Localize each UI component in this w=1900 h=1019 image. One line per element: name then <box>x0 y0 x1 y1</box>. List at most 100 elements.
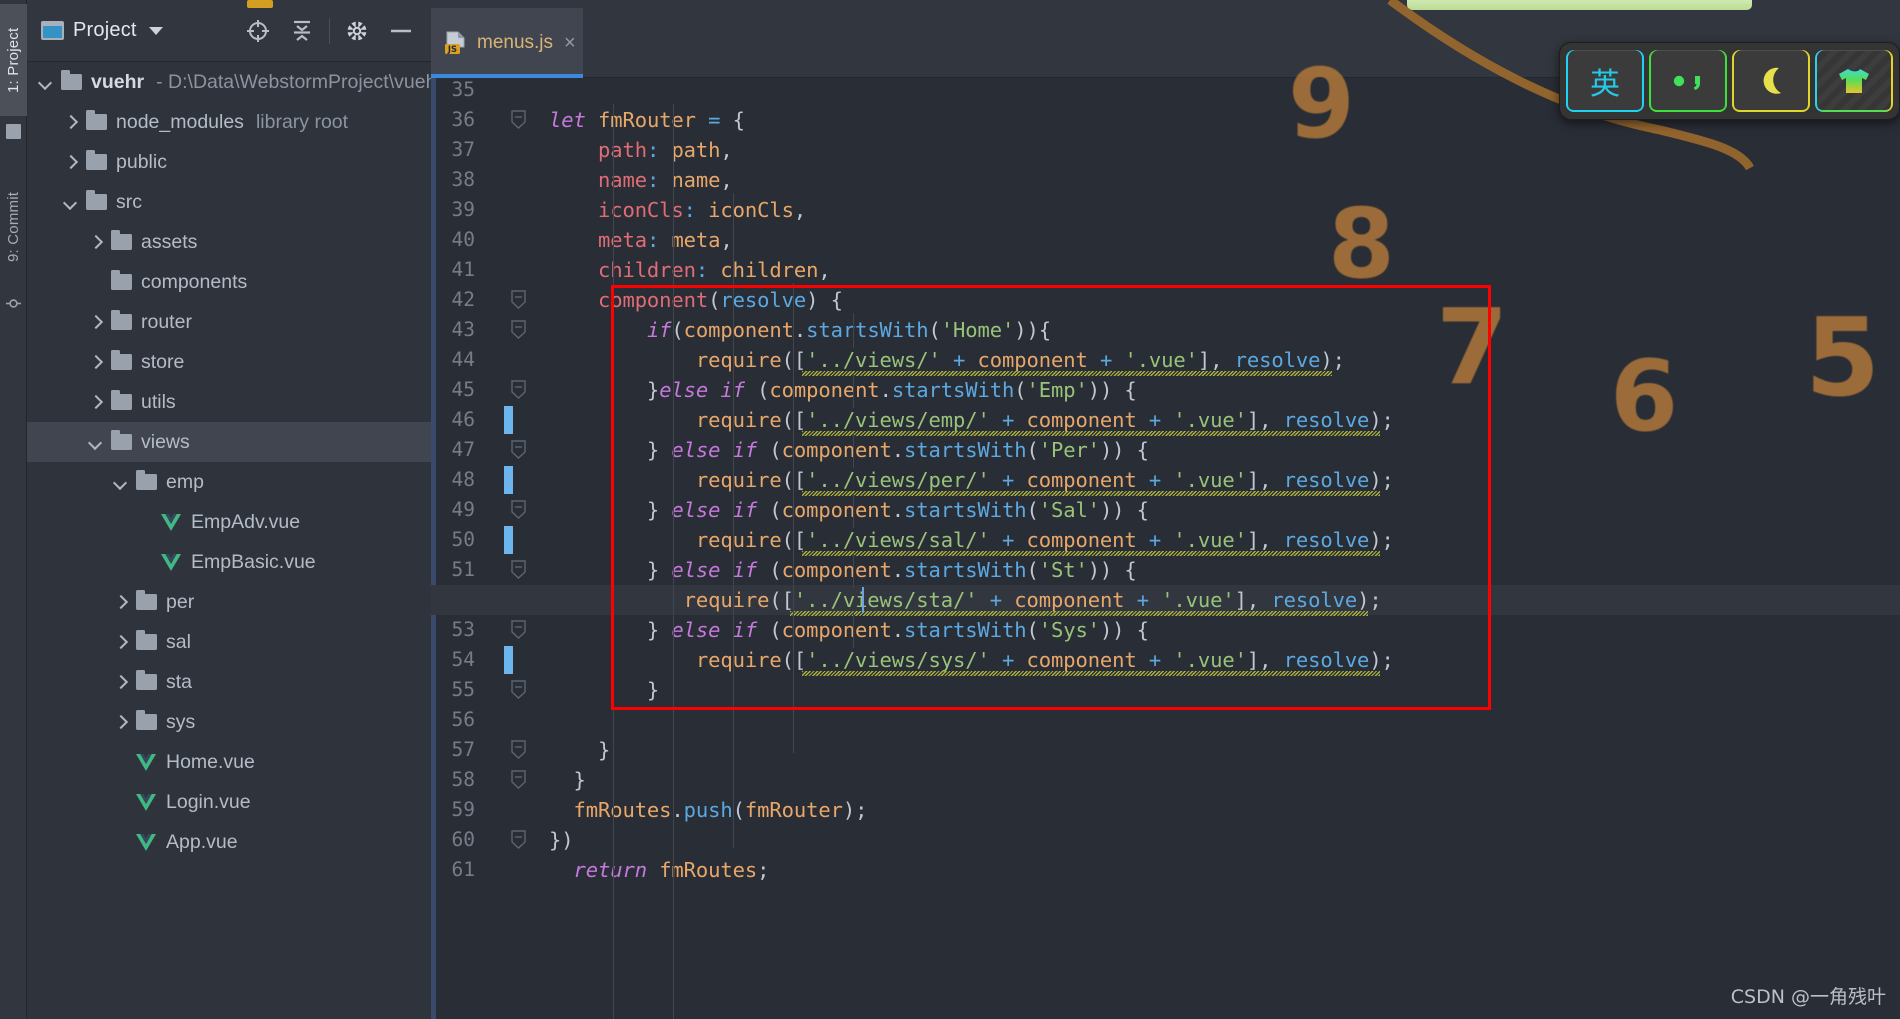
gutter-line-42[interactable]: 42 <box>431 285 549 315</box>
ime-punctuation-mode-button[interactable] <box>1649 50 1727 112</box>
chevron-right-icon[interactable] <box>89 396 102 409</box>
code-fold-icon[interactable] <box>510 560 527 580</box>
ime-language-mode-button[interactable]: 英 <box>1566 50 1644 112</box>
code-fold-icon[interactable] <box>510 830 527 850</box>
tree-node-sal[interactable]: sal <box>27 622 431 662</box>
gutter-line-45[interactable]: 45 <box>431 375 549 405</box>
gutter-line-40[interactable]: 40 <box>431 225 549 255</box>
gutter-line-58[interactable]: 58 <box>431 765 549 795</box>
gutter-line-41[interactable]: 41 <box>431 255 549 285</box>
project-file-tree[interactable]: vuehr - D:\Data\WebstormProject\vuehr node… <box>27 62 431 1019</box>
gutter-line-36[interactable]: 36 <box>431 105 549 135</box>
code-fold-icon[interactable] <box>510 380 527 400</box>
editor-code-area[interactable]: let fmRouter = { path: path, name: name,… <box>431 78 1900 1019</box>
tree-node-home-vue[interactable]: Home.vue <box>27 742 431 782</box>
tree-node-per[interactable]: per <box>27 582 431 622</box>
tree-node-sta[interactable]: sta <box>27 662 431 702</box>
code-fold-icon[interactable] <box>510 740 527 760</box>
tree-node-vuehr[interactable]: vuehr - D:\Data\WebstormProject\vuehr <box>27 62 431 102</box>
ime-skin-picker-button[interactable] <box>1815 50 1893 112</box>
chevron-right-icon[interactable] <box>89 316 102 329</box>
gutter-line-48[interactable]: 48 <box>431 465 549 495</box>
code-fold-icon[interactable] <box>510 110 527 130</box>
gutter-line-53[interactable]: 53 <box>431 615 549 645</box>
chevron-down-icon[interactable] <box>148 26 163 35</box>
gutter-line-38[interactable]: 38 <box>431 165 549 195</box>
code-line-53[interactable]: } else if (component.startsWith('Sys')) … <box>549 615 1149 645</box>
code-line-58[interactable]: } <box>549 765 585 795</box>
code-line-57[interactable]: } <box>549 735 610 765</box>
tree-node-public[interactable]: public <box>27 142 431 182</box>
gutter-line-60[interactable]: 60 <box>431 825 549 855</box>
gutter-line-59[interactable]: 59 <box>431 795 549 825</box>
code-line-39[interactable]: iconCls: iconCls, <box>549 195 806 225</box>
code-fold-icon[interactable] <box>510 500 527 520</box>
code-line-49[interactable]: } else if (component.startsWith('Sal')) … <box>549 495 1149 525</box>
tree-node-login-vue[interactable]: Login.vue <box>27 782 431 822</box>
gutter-line-47[interactable]: 47 <box>431 435 549 465</box>
code-fold-icon[interactable] <box>510 770 527 790</box>
code-fold-icon[interactable] <box>510 290 527 310</box>
vcs-change-marker[interactable] <box>504 406 513 434</box>
code-line-42[interactable]: component(resolve) { <box>549 285 843 315</box>
code-line-38[interactable]: name: name, <box>549 165 733 195</box>
gutter-line-61[interactable]: 61 <box>431 855 549 885</box>
chevron-right-icon[interactable] <box>114 596 127 609</box>
minus-icon[interactable] <box>379 9 423 53</box>
chevron-right-icon[interactable] <box>64 116 77 129</box>
chevron-down-icon[interactable] <box>64 196 77 209</box>
code-line-43[interactable]: if(component.startsWith('Home')){ <box>549 315 1051 345</box>
chevron-right-icon[interactable] <box>89 236 102 249</box>
ime-floating-toolbar[interactable]: 英 <box>1559 42 1900 120</box>
code-fold-icon[interactable] <box>510 320 527 340</box>
tool-tab-project[interactable]: 1: Project <box>0 4 27 116</box>
gutter-line-44[interactable]: 44 <box>431 345 549 375</box>
gutter-line-57[interactable]: 57 <box>431 735 549 765</box>
tree-node-views[interactable]: views <box>27 422 431 462</box>
vcs-change-marker[interactable] <box>504 646 513 674</box>
gutter-line-54[interactable]: 54 <box>431 645 549 675</box>
tree-node-sys[interactable]: sys <box>27 702 431 742</box>
tree-node-empbasic-vue[interactable]: EmpBasic.vue <box>27 542 431 582</box>
tree-node-emp[interactable]: emp <box>27 462 431 502</box>
gutter-line-46[interactable]: 46 <box>431 405 549 435</box>
gutter-line-39[interactable]: 39 <box>431 195 549 225</box>
editor-tab-menus-js[interactable]: JS menus.js × <box>431 8 583 78</box>
tree-node-node-modules[interactable]: node_modules library root <box>27 102 431 142</box>
code-line-51[interactable]: } else if (component.startsWith('St')) { <box>549 555 1137 585</box>
vcs-change-marker[interactable] <box>504 466 513 494</box>
chevron-down-icon[interactable] <box>89 436 102 449</box>
close-icon[interactable]: × <box>564 33 576 53</box>
code-fold-icon[interactable] <box>510 440 527 460</box>
gutter-line-35[interactable]: 35 <box>431 78 549 105</box>
code-line-45[interactable]: }else if (component.startsWith('Emp')) { <box>549 375 1137 405</box>
editor-gutter[interactable]: 3536373839404142434445464748495051525354… <box>431 78 549 1019</box>
code-line-41[interactable]: children: children, <box>549 255 831 285</box>
chevron-right-icon[interactable] <box>89 356 102 369</box>
code-editor[interactable]: 3536373839404142434445464748495051525354… <box>431 78 1900 1019</box>
gutter-line-43[interactable]: 43 <box>431 315 549 345</box>
code-fold-icon[interactable] <box>510 620 527 640</box>
code-fold-icon[interactable] <box>510 680 527 700</box>
chevron-right-icon[interactable] <box>114 716 127 729</box>
tree-node-utils[interactable]: utils <box>27 382 431 422</box>
gutter-line-55[interactable]: 55 <box>431 675 549 705</box>
gutter-line-51[interactable]: 51 <box>431 555 549 585</box>
gutter-line-49[interactable]: 49 <box>431 495 549 525</box>
crosshair-icon[interactable] <box>236 9 280 53</box>
chevron-down-icon[interactable] <box>39 76 52 89</box>
ime-night-mode-button[interactable] <box>1732 50 1810 112</box>
tree-node-src[interactable]: src <box>27 182 431 222</box>
tree-node-components[interactable]: components <box>27 262 431 302</box>
tree-node-store[interactable]: store <box>27 342 431 382</box>
tree-node-assets[interactable]: assets <box>27 222 431 262</box>
code-line-60[interactable]: }) <box>549 825 574 855</box>
code-line-36[interactable]: let fmRouter = { <box>549 105 745 135</box>
code-line-40[interactable]: meta: meta, <box>549 225 733 255</box>
gutter-line-50[interactable]: 50 <box>431 525 549 555</box>
collapse-all-icon[interactable] <box>280 9 324 53</box>
gutter-line-56[interactable]: 56 <box>431 705 549 735</box>
chevron-right-icon[interactable] <box>64 156 77 169</box>
gear-icon[interactable] <box>335 9 379 53</box>
code-line-55[interactable]: } <box>549 675 659 705</box>
